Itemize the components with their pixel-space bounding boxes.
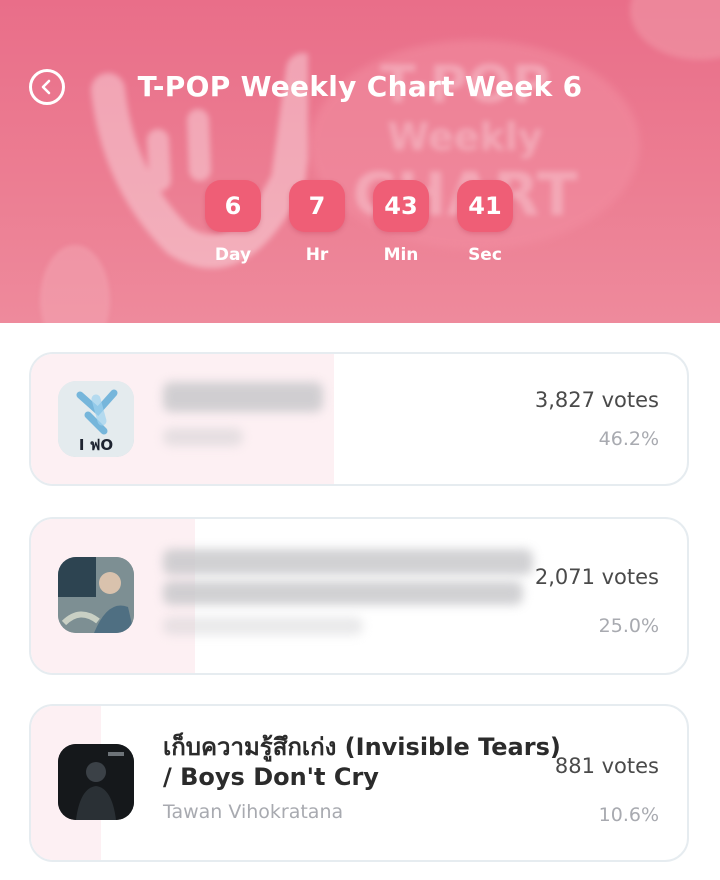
chart-entry-card[interactable]: 2,071 votes 25.0% [29, 517, 689, 675]
countdown-label: Day [214, 245, 252, 265]
redacted-title [163, 382, 323, 412]
back-button[interactable] [29, 69, 65, 105]
background-text: Weekly [387, 115, 543, 159]
countdown-value: 41 [457, 180, 513, 232]
vote-count: 2,071 votes [534, 565, 659, 589]
chart-header: T-POP Weekly CHART T-POP Weekly Chart We… [0, 0, 720, 323]
vote-count: 881 votes [554, 754, 659, 778]
redacted-title [163, 549, 533, 575]
redacted-artist [163, 428, 243, 446]
chart-entry-card[interactable]: เก็บความรู้สึกเก่ง (Invisible Tears) / B… [29, 704, 689, 862]
album-cover: I ฟO [58, 381, 134, 457]
chevron-left-icon [41, 79, 51, 95]
countdown-value: 43 [373, 180, 429, 232]
redacted-artist [163, 617, 363, 635]
song-title: เก็บความรู้สึกเก่ง (Invisible Tears) / B… [163, 733, 561, 791]
countdown-hours: 7 Hr [289, 180, 345, 265]
countdown-label: Hr [305, 245, 329, 265]
countdown-seconds: 41 Sec [457, 180, 513, 265]
vote-percentage: 25.0% [598, 615, 659, 637]
countdown-label: Min [383, 245, 419, 265]
redacted-title [163, 581, 523, 605]
album-cover [58, 744, 134, 820]
page-title: T-POP Weekly Chart Week 6 [137, 70, 583, 103]
countdown-minutes: 43 Min [373, 180, 429, 265]
vote-count: 3,827 votes [534, 388, 659, 412]
countdown-timer: 6 Day 7 Hr 43 Min 41 Sec [0, 180, 720, 280]
album-cover [58, 557, 134, 633]
artist-name: Tawan Vihokratana [163, 801, 344, 823]
chart-entries-list: I ฟO 3,827 votes 46.2% 2,071 votes 25.0% [0, 323, 720, 880]
countdown-value: 7 [289, 180, 345, 232]
countdown-days: 6 Day [205, 180, 261, 265]
chart-entry-card[interactable]: I ฟO 3,827 votes 46.2% [29, 352, 689, 486]
background-decoration [630, 0, 720, 60]
vote-percentage: 46.2% [598, 428, 659, 450]
album-art-image [58, 557, 134, 633]
countdown-value: 6 [205, 180, 261, 232]
vote-percentage: 10.6% [598, 804, 659, 826]
countdown-label: Sec [468, 245, 502, 265]
album-cover-text: I ฟO [78, 436, 114, 454]
album-art-image [58, 744, 134, 820]
